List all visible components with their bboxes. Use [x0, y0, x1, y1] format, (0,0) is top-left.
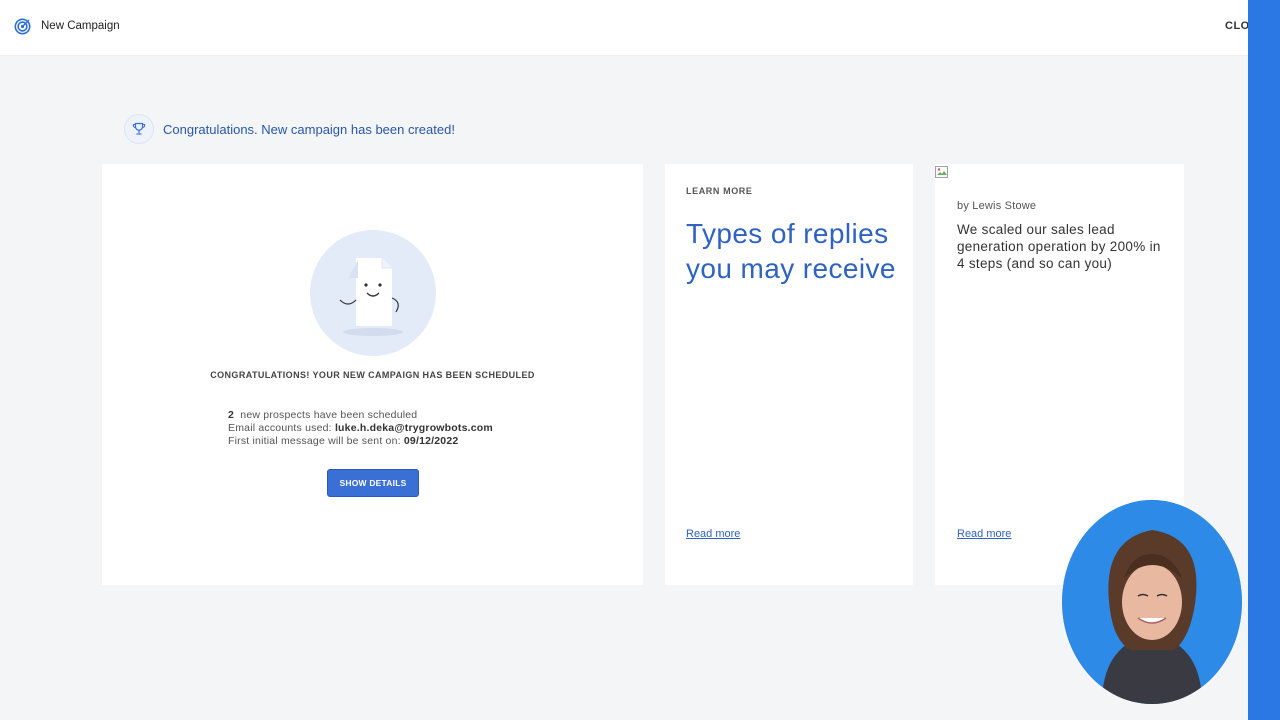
blog-read-more-link[interactable]: Read more — [957, 528, 1011, 540]
show-details-button[interactable]: SHOW DETAILS — [327, 469, 419, 497]
blog-author: by Lewis Stowe — [957, 200, 1037, 212]
top-bar: New Campaign CLOSE — [0, 0, 1248, 56]
side-strip — [1248, 0, 1280, 720]
campaign-details: 2 new prospects have been scheduled Emai… — [228, 409, 493, 447]
close-button[interactable]: CLOSE — [1225, 20, 1248, 32]
success-banner: Congratulations. New campaign has been c… — [124, 114, 455, 144]
email-line: Email accounts used: luke.h.deka@trygrow… — [228, 422, 493, 435]
webcam-overlay — [1062, 500, 1242, 704]
email-label: Email accounts used: — [228, 421, 332, 434]
success-message: Congratulations. New campaign has been c… — [163, 121, 455, 137]
send-date-line: First initial message will be sent on: 0… — [228, 435, 493, 448]
learn-more-label: LEARN MORE — [686, 186, 753, 196]
prospects-count: 2 — [228, 409, 235, 421]
email-value: luke.h.deka@trygrowbots.com — [334, 421, 493, 434]
target-logo-icon — [14, 18, 31, 35]
prospects-line: 2 new prospects have been scheduled — [228, 409, 493, 422]
send-date-value: 09/12/2022 — [403, 434, 459, 447]
presenter-video-image — [1062, 500, 1242, 704]
blog-title[interactable]: We scaled our sales lead generation oper… — [957, 221, 1169, 272]
scheduled-heading: CONGRATULATIONS! YOUR NEW CAMPAIGN HAS B… — [210, 370, 535, 380]
learn-more-title[interactable]: Types of replies you may receive — [686, 216, 896, 286]
campaign-scheduled-card: CONGRATULATIONS! YOUR NEW CAMPAIGN HAS B… — [102, 164, 643, 585]
document-character-illustration — [310, 230, 436, 356]
learn-read-more-link[interactable]: Read more — [686, 528, 740, 540]
learn-more-card: LEARN MORE Types of replies you may rece… — [665, 164, 913, 585]
broken-image-icon — [935, 166, 948, 178]
prospects-text: new prospects have been scheduled — [240, 409, 418, 421]
page-title: New Campaign — [41, 20, 120, 32]
send-date-label: First initial message will be sent on: — [228, 434, 401, 447]
trophy-icon — [124, 114, 154, 144]
